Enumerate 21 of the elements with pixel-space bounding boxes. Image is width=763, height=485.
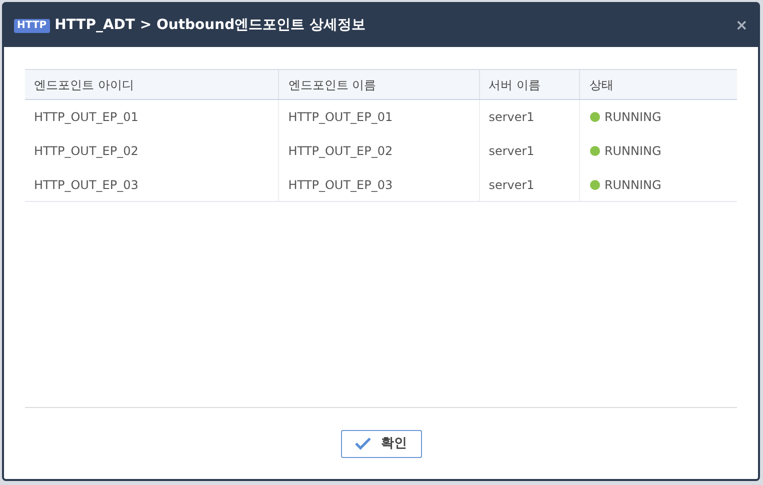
status-text: RUNNING [604, 143, 662, 160]
check-icon [355, 437, 371, 450]
close-button[interactable]: × [735, 18, 748, 33]
column-header: 엔드포인트 아이디 [33, 76, 135, 94]
column-header: 엔드포인트 이름 [278, 70, 479, 99]
table-cell: HTTP_OUT_EP_01 [278, 100, 479, 134]
http-badge: HTTP [14, 18, 50, 32]
status-text: RUNNING [604, 109, 662, 126]
column-header: 서버 이름 [478, 70, 580, 99]
table-cell-text: HTTP_OUT_EP_03 [33, 176, 140, 194]
table-cell: HTTP_OUT_EP_03 [278, 168, 479, 201]
column-header: 상태 [579, 70, 738, 99]
table-cell-text: HTTP_OUT_EP_01 [33, 109, 140, 126]
dialog-title: HTTP_ADT > Outbound엔드포인트 상세정보 [54, 16, 366, 35]
table-cell-text: HTTP_OUT_EP_02 [33, 143, 140, 160]
status-text: RUNNING [604, 176, 662, 194]
table-cell: server1 [478, 134, 580, 168]
confirm-button[interactable]: 확인 [340, 430, 422, 458]
table-cell: HTTP_OUT_EP_02 [278, 134, 479, 168]
table-cell: server1 [478, 100, 580, 134]
table-cell: server1 [478, 168, 580, 201]
